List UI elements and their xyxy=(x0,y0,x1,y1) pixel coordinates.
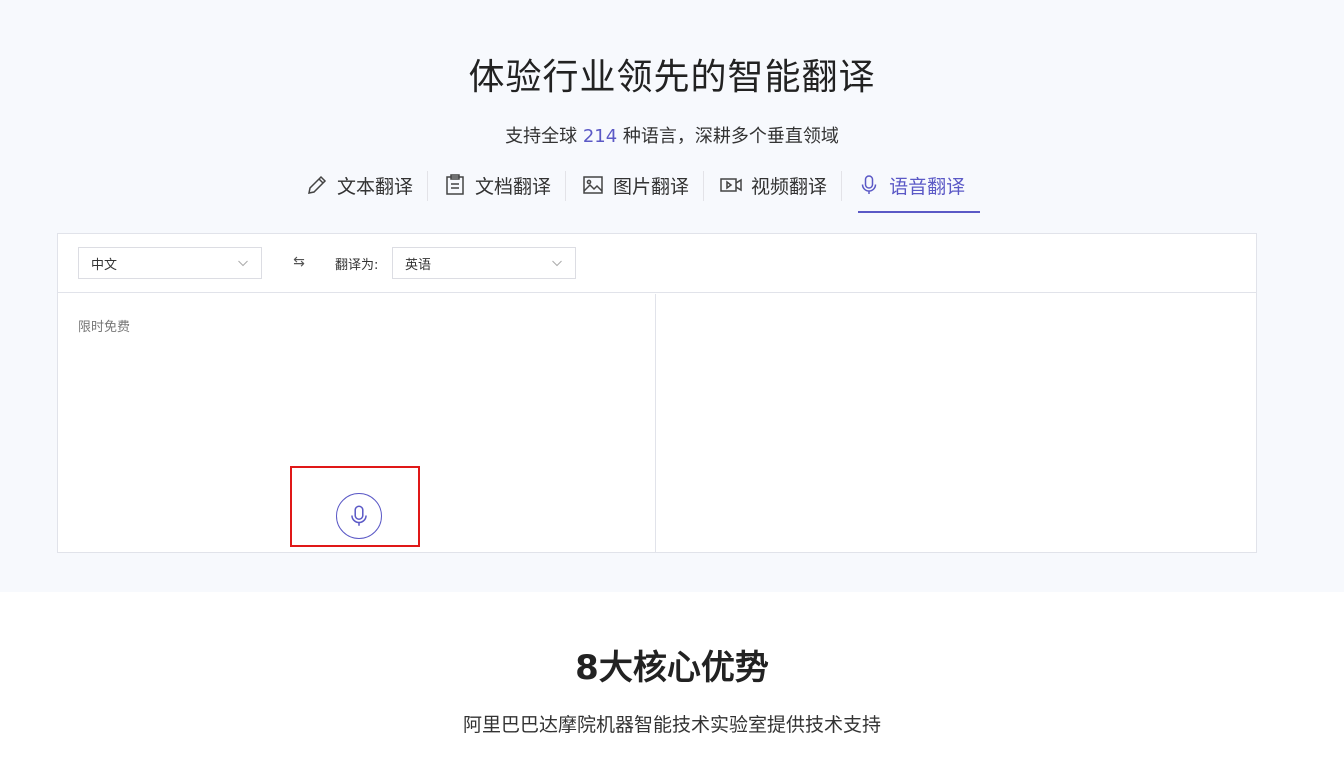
pencil-icon xyxy=(305,173,329,197)
tab-video-translation[interactable]: 视频翻译 xyxy=(704,163,843,207)
tab-document-translation[interactable]: 文档翻译 xyxy=(428,163,567,207)
advantages-title: 8大核心优势 xyxy=(575,648,769,688)
input-placeholder: 限时免费 xyxy=(78,320,131,335)
language-count: 214 xyxy=(582,126,618,147)
tab-label: 文本翻译 xyxy=(337,175,414,198)
video-icon xyxy=(719,173,743,197)
subtitle-suffix: 种语言，深耕多个垂直领域 xyxy=(617,126,839,147)
advantages-subtitle: 阿里巴巴达摩院机器智能技术实验室提供技术支持 xyxy=(462,714,881,736)
image-icon xyxy=(581,173,605,197)
highlight-box xyxy=(290,466,420,547)
target-label: 翻译为: xyxy=(335,258,379,273)
tab-label: 文档翻译 xyxy=(475,175,552,198)
tab-text-translation[interactable]: 文本翻译 xyxy=(305,163,429,207)
subtitle-prefix: 支持全球 xyxy=(505,126,583,147)
tab-label: 图片翻译 xyxy=(613,175,690,198)
translator-panel: 中文 ⇆ 翻译为: 英语 限时免费 xyxy=(57,233,1257,553)
target-language-value: 英语 xyxy=(405,257,432,273)
tab-image-translation[interactable]: 图片翻译 xyxy=(566,163,705,207)
source-language-value: 中文 xyxy=(91,257,118,273)
hero-subtitle: 支持全球 214 种语言，深耕多个垂直领域 xyxy=(0,122,1344,148)
hero-title: 体验行业领先的智能翻译 xyxy=(468,57,876,98)
tab-label: 语音翻译 xyxy=(889,175,966,198)
language-toolbar: 中文 ⇆ 翻译为: 英语 xyxy=(58,234,1256,293)
hero-section: 体验行业领先的智能翻译 支持全球 214 种语言，深耕多个垂直领域 文本翻译 文… xyxy=(0,0,1344,592)
chevron-down-icon xyxy=(551,257,563,269)
document-icon xyxy=(443,173,467,197)
microphone-icon xyxy=(857,173,881,197)
tab-voice-translation[interactable]: 语音翻译 xyxy=(842,163,981,213)
target-language-select[interactable]: 英语 xyxy=(392,247,576,279)
swap-icon[interactable]: ⇆ xyxy=(290,253,308,271)
chevron-down-icon xyxy=(237,257,249,269)
tab-label: 视频翻译 xyxy=(751,175,828,198)
translation-tabs: 文本翻译 文档翻译 图片翻译 视频翻译 语音翻译 xyxy=(305,163,981,213)
active-tab-underline xyxy=(858,211,981,213)
translation-output-pane xyxy=(657,294,1256,552)
source-language-select[interactable]: 中文 xyxy=(78,247,262,279)
